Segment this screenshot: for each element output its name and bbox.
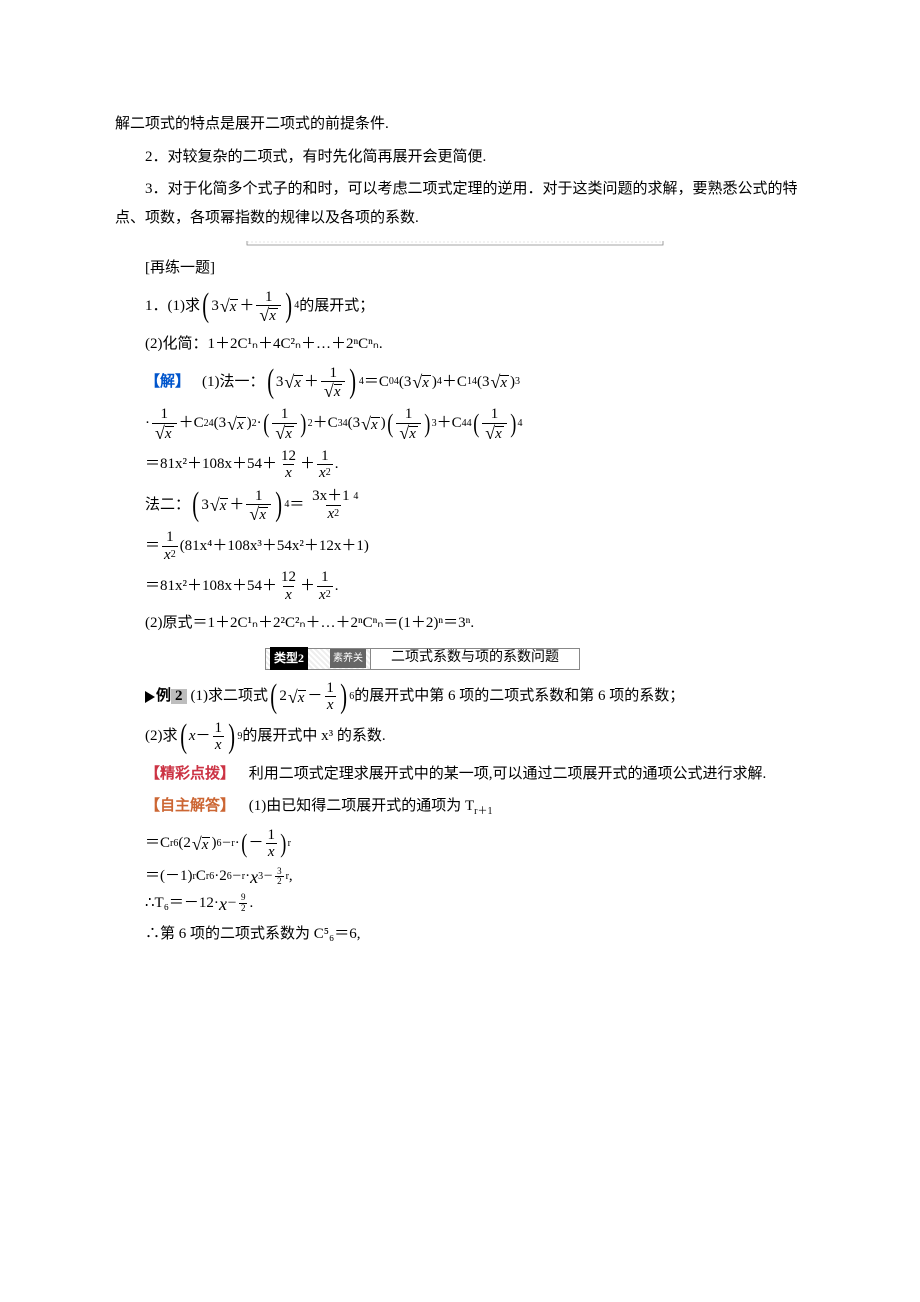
ans1-lead: (1)由已知得二项展开式的通项为 T	[249, 798, 474, 814]
example2-q2: (2)求 ( x － 1x )9 的展开式中 x³ 的系数.	[145, 720, 805, 754]
sol1-method2-line1: 法二： (3 √x ＋ 1√x )4 ＝ 3x＋1 4 x2	[145, 488, 805, 524]
ans-line1: ＝ Cr6 (2√x)6－r · (－ 1x )r	[145, 827, 805, 861]
plus: ＋	[239, 299, 254, 314]
topic-banner: 类型2 素养关 二项式系数与项的系数问题	[265, 648, 805, 670]
rehearse-q1: 1．(1)求 ( 3 √x ＋ 1 √x ) 4 的展开式；	[145, 289, 805, 325]
sol1-line2: · 1√x ＋ C24 (3√x)2 · (1√x)2 ＋ C34 (3√x) …	[145, 406, 805, 442]
topic-type-tag: 类型2	[270, 647, 308, 670]
sol1-result: ＝81x²＋108x＋54＋ 12x ＋ 1x2 .	[145, 448, 805, 482]
sol1-line1: 【解】 (1)法一： (3 √x ＋ 1√x )4 ＝ C04 (3√x)4 ＋…	[145, 365, 805, 401]
intro-line-2: 3．对于化简多个式子的和时，可以考虑二项式定理的逆用．对于这类问题的求解，要熟悉…	[115, 175, 805, 232]
topic-suyang: 素养关	[330, 649, 366, 668]
tip-line: 【精彩点拨】 利用二项式定理求展开式中的某一项,可以通过二项展开式的通项公式进行…	[115, 760, 805, 789]
intro-line-0: 解二项式的特点是展开二项式的前提条件.	[115, 110, 805, 139]
coef-3: 3	[211, 299, 219, 314]
q1-prefix: 1．(1)求	[145, 299, 200, 314]
solution-label: 【解】	[145, 375, 190, 390]
sol2-line: (2)原式＝1＋2C¹ₙ＋2²C²ₙ＋…＋2ⁿCⁿₙ＝(1＋2)ⁿ＝3ⁿ.	[115, 609, 805, 638]
topic-title: 二项式系数与项的系数问题	[371, 648, 580, 670]
example2-q1: 例 2 (1)求二项式 ( 2 √x － 1x )6 的展开式中第 6 项的二项…	[145, 680, 805, 714]
divider-bracket	[245, 240, 665, 246]
sol1-lead: (1)法一：	[202, 375, 265, 390]
tip-label: 【精彩点拨】	[145, 766, 235, 782]
rehearse-q2: (2)化简：1＋2C¹ₙ＋4C²ₙ＋…＋2ⁿCⁿₙ.	[115, 330, 805, 359]
sol1-method2-result: ＝81x²＋108x＋54＋ 12x ＋ 1x2 .	[145, 569, 805, 603]
sol1-method2-line2: ＝ 1x2 (81x⁴＋108x³＋54x²＋12x＋1)	[145, 529, 805, 563]
rparen-icon: )	[285, 289, 292, 323]
exp-3-minus-3r2: 3－ 32 r	[258, 867, 289, 888]
ans-line2: ＝(－1)r Cr6 · 26－r · x 3－ 32 r ,	[145, 867, 805, 888]
lparen-icon: (	[202, 289, 209, 323]
ans-lead: 【自主解答】 (1)由已知得二项展开式的通项为 Tr＋1	[115, 792, 805, 821]
exp-neg-9-2: － 92	[227, 893, 250, 914]
tip-text: 利用二项式定理求展开式中的某一项,可以通过二项展开式的通项公式进行求解.	[249, 766, 767, 782]
frac-1-over-sqrtx: 1 √x	[256, 289, 281, 325]
ans-last-line: ∴第 6 项的二项式系数为 C⁵₆＝6,	[115, 920, 805, 949]
topic-left: 类型2 素养关	[265, 648, 371, 670]
intro-line-1: 2．对较复杂的二项式，有时先化简再展开会更简便.	[115, 143, 805, 172]
ans-line3: ∴T₆＝－12· x － 92 .	[145, 893, 805, 914]
q1-suffix: 的展开式；	[299, 299, 374, 314]
answer-label: 【自主解答】	[145, 798, 235, 814]
triangle-icon	[145, 691, 155, 703]
rehearse-heading: [再练一题]	[115, 254, 805, 283]
example-badge: 例 2	[145, 689, 187, 704]
sqrt-x: √x	[220, 297, 239, 315]
